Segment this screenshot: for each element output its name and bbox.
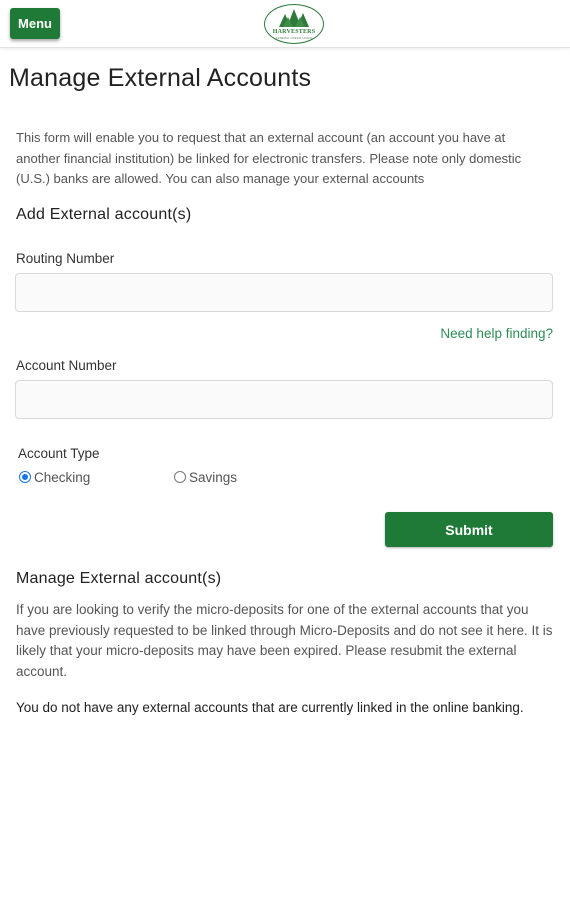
logo[interactable]: HARVESTERS FEDERAL CREDIT UNION xyxy=(264,4,324,44)
submit-button[interactable]: Submit xyxy=(385,512,553,547)
add-section-title: Add External account(s) xyxy=(16,206,192,223)
radio-checking[interactable]: Checking xyxy=(19,468,90,486)
menu-button[interactable]: Menu xyxy=(10,8,60,39)
intro-text: This form will enable you to request tha… xyxy=(16,130,522,186)
radio-savings[interactable]: Savings xyxy=(174,468,237,486)
radio-savings-circle[interactable] xyxy=(174,471,186,483)
account-type-label: Account Type xyxy=(18,446,100,461)
need-help-link[interactable]: Need help finding? xyxy=(440,326,553,341)
manage-description: If you are looking to verify the micro-d… xyxy=(16,602,553,679)
top-bar: Menu HARVESTERS FEDERAL CREDIT UNION xyxy=(0,0,570,48)
radio-checking-label: Checking xyxy=(34,469,91,485)
empty-accounts-message: You do not have any external accounts th… xyxy=(16,700,524,715)
radio-savings-label: Savings xyxy=(189,469,238,485)
logo-subtitle: FEDERAL CREDIT UNION xyxy=(275,36,313,40)
account-number-input[interactable] xyxy=(15,380,553,419)
account-number-label: Account Number xyxy=(16,358,117,373)
radio-checking-circle[interactable] xyxy=(19,471,31,483)
routing-number-input[interactable] xyxy=(15,273,553,312)
routing-number-label: Routing Number xyxy=(16,251,115,266)
logo-name: HARVESTERS xyxy=(272,29,316,35)
manage-section-title: Manage External account(s) xyxy=(16,570,222,587)
page-title: Manage External Accounts xyxy=(9,64,312,92)
